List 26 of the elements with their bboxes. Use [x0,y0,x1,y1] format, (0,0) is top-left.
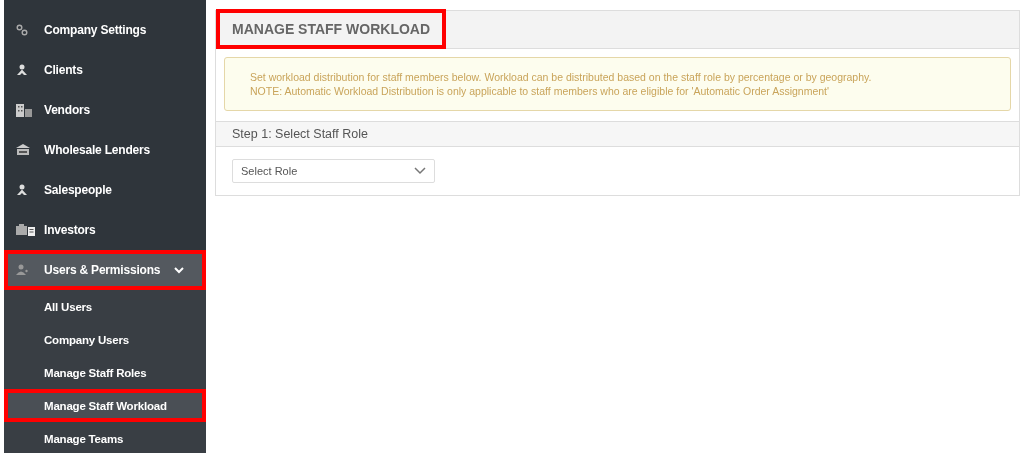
submenu-item[interactable]: Manage Staff Roles [4,356,206,389]
sidebar-item[interactable]: Wholesale Lenders [4,130,206,170]
users-icon [16,264,30,276]
gears-icon [16,24,28,36]
step-title: Step 1: Select Staff Role [232,127,368,141]
sidebar-item[interactable]: Company Settings [4,10,206,50]
chevron-icon [174,266,185,274]
submenu-item[interactable]: Manage Staff Workload [4,389,206,422]
sidebar-item[interactable]: Clients [4,50,206,90]
sidebar-item[interactable]: Vendors [4,90,206,130]
role-select[interactable]: Select Role [232,159,435,183]
notice-text: Set workload distribution for staff members below. Workload can be distributed based on the staff role by percentage or by geography. [250,70,873,84]
person-icon [16,64,28,76]
briefcase-icon [16,224,36,236]
page-title: MANAGE STAFF WORKLOAD [216,8,447,49]
bank-icon [16,144,30,156]
sidebar-item[interactable]: Users & Permissions [4,250,206,290]
sidebar-item[interactable]: Investors [4,210,206,250]
person-icon [16,184,28,196]
submenu-item[interactable]: All Users [4,290,206,323]
sidebar-item[interactable]: Salespeople [4,170,206,210]
submenu-item[interactable]: Company Users [4,323,206,356]
building-icon [16,103,32,117]
submenu-item[interactable]: Manage Teams [4,422,206,453]
chevron-down-icon [414,167,426,175]
notice-text: NOTE: Automatic Workload Distribution is only applicable to staff members who are eligible for 'Automatic Order Assignment' [250,84,831,98]
